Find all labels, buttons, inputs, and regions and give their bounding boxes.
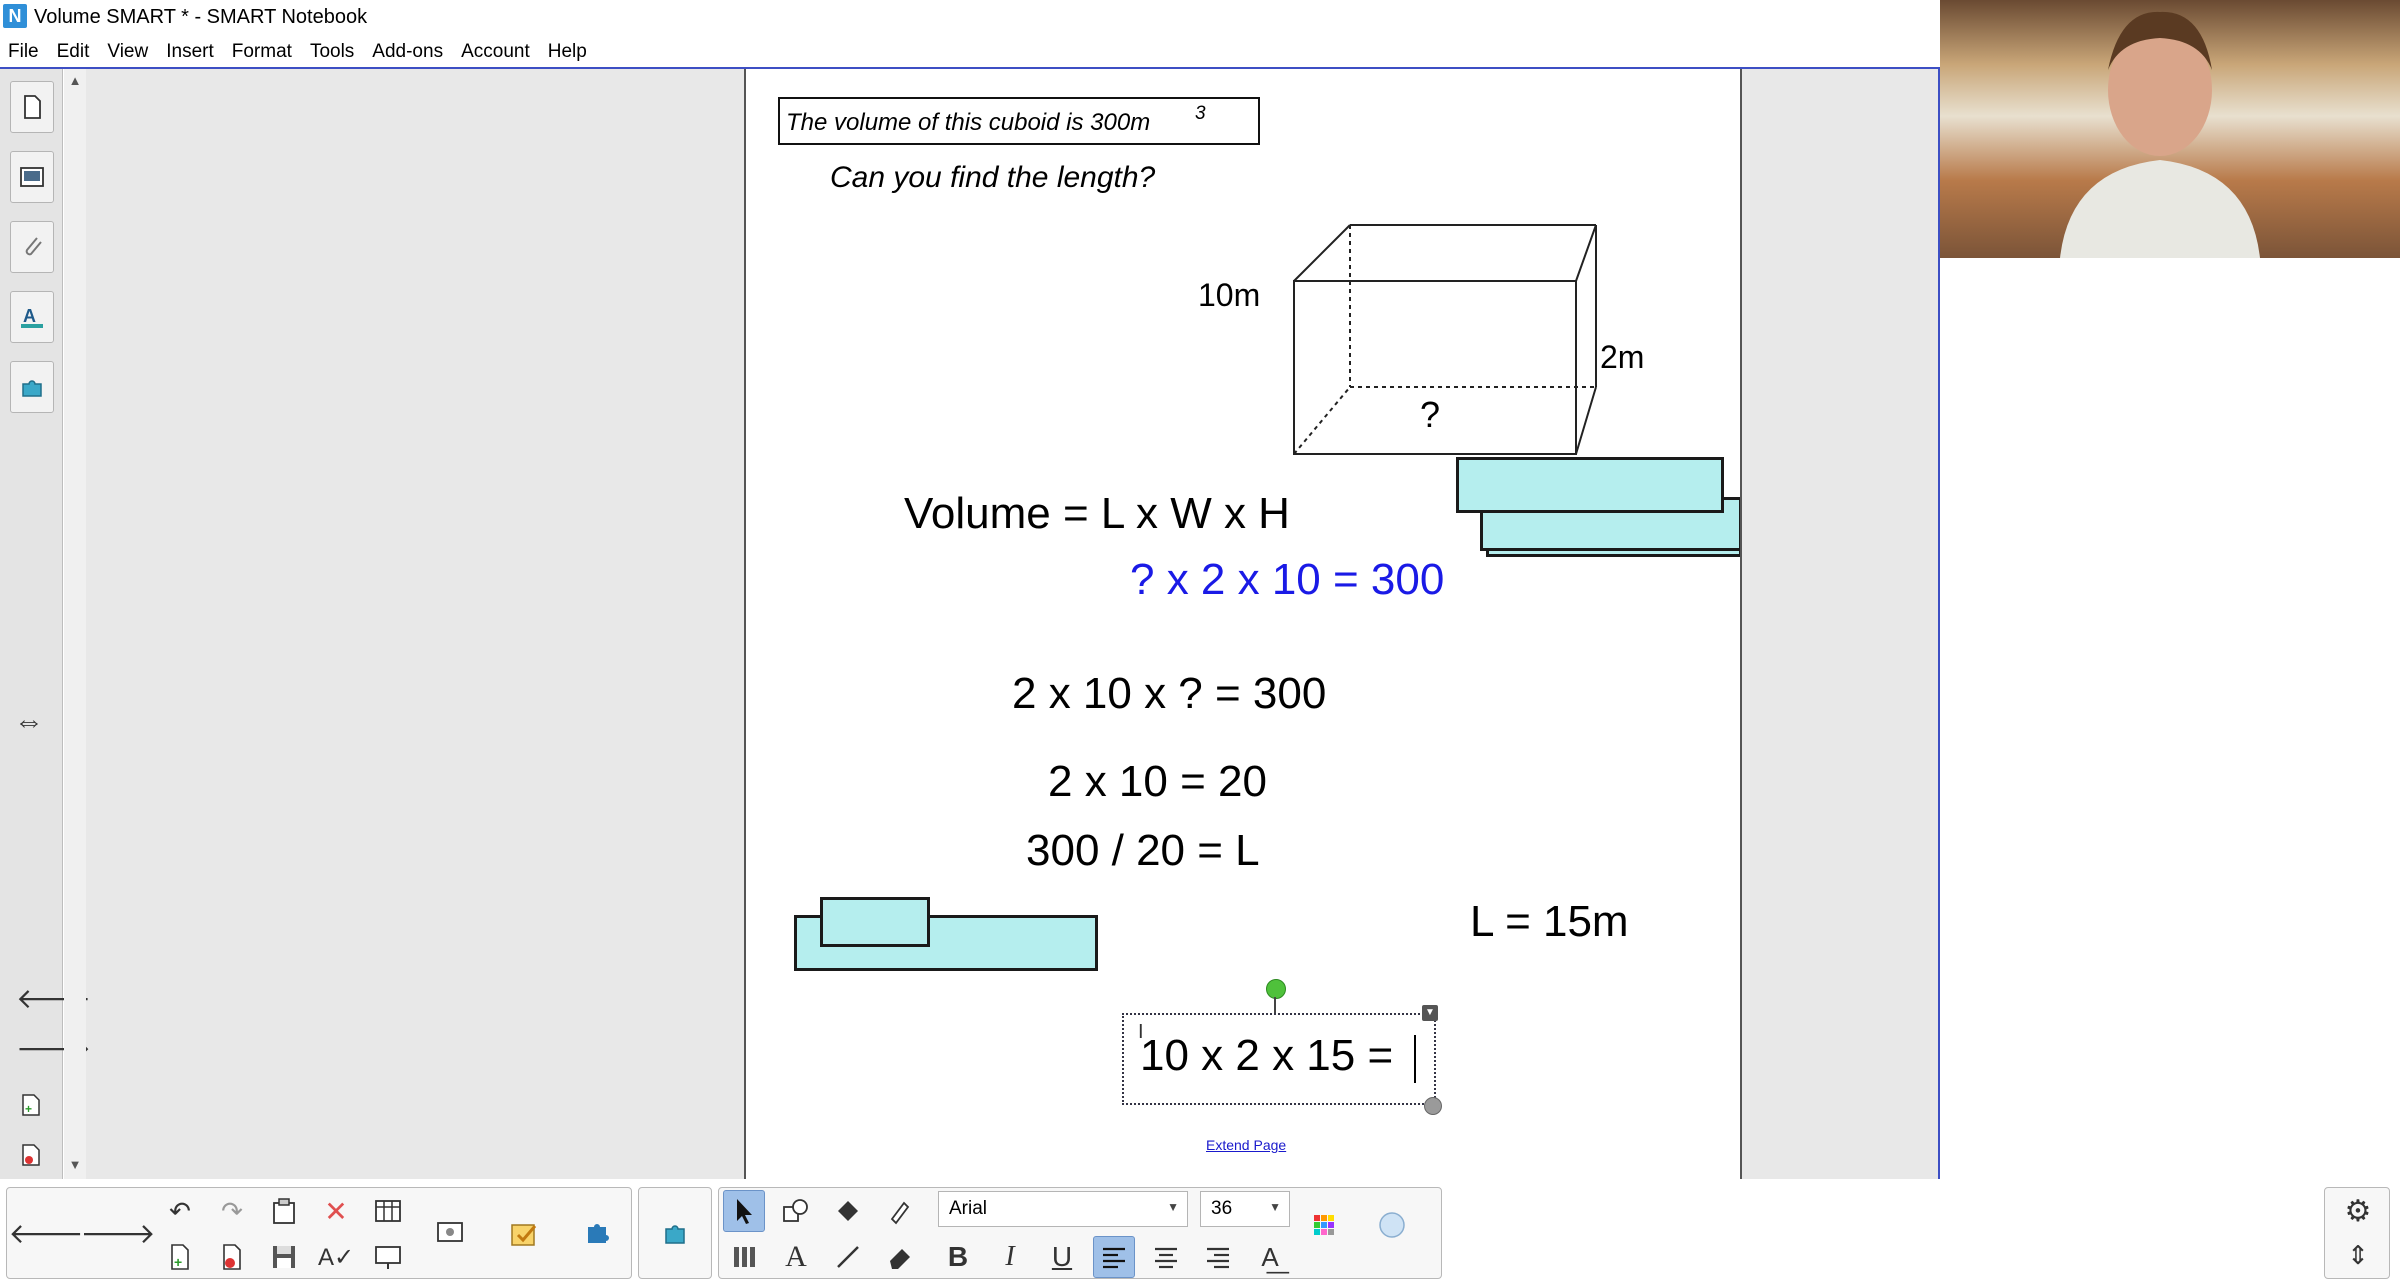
toolbar-position-icon[interactable]: ⇕ (2337, 1234, 2379, 1276)
presenter-image (2060, 11, 2260, 258)
paste-icon[interactable] (263, 1190, 305, 1232)
resize-arrows-icon[interactable]: ⇔ (14, 705, 44, 739)
table-icon[interactable] (367, 1190, 409, 1232)
redo-button[interactable]: ↷ (211, 1190, 253, 1232)
select-tool-icon[interactable] (723, 1190, 765, 1232)
equation-1[interactable]: 2 x 10 x ? = 300 (1012, 669, 1326, 719)
window-title: Volume SMART * - SMART Notebook (34, 6, 368, 28)
svg-text:+: + (174, 1254, 182, 1270)
menu-help[interactable]: Help (539, 41, 596, 63)
fill-tool-icon[interactable] (827, 1190, 869, 1232)
menu-bar: File Edit View Insert Format Tools Add-o… (0, 36, 1940, 68)
toolbar-group-main: 🡐 🡒 ↶ ↷ ✕ + A✓ (6, 1187, 632, 1279)
page-sorter-icon[interactable] (10, 81, 54, 133)
color-palette-icon[interactable] (1303, 1204, 1345, 1246)
svg-text:A: A (23, 306, 36, 326)
delete-page-icon[interactable] (20, 1143, 42, 1167)
depth-label[interactable]: 2m (1600, 339, 1644, 376)
previous-page-button[interactable]: 🡐 (8, 1212, 83, 1254)
menu-format[interactable]: Format (223, 41, 301, 63)
toolbar-group-addons (638, 1187, 712, 1279)
font-family-value: Arial (949, 1198, 988, 1219)
height-label[interactable]: 10m (1198, 277, 1260, 314)
screen-shade-icon[interactable] (367, 1236, 409, 1278)
cuboid-title-superscript: 3 (1195, 103, 1206, 124)
equation-2[interactable]: 2 x 10 = 20 (1048, 757, 1267, 807)
save-icon[interactable] (263, 1236, 305, 1278)
text-caret (1414, 1035, 1416, 1083)
eraser-tool-icon[interactable] (879, 1236, 921, 1278)
underline-button[interactable]: U (1041, 1236, 1083, 1278)
chevron-down-icon: ▼ (1167, 1200, 1179, 1214)
menu-tools[interactable]: Tools (301, 41, 363, 63)
delete-icon[interactable]: ✕ (315, 1190, 357, 1232)
magic-pen-icon[interactable] (879, 1190, 921, 1232)
undo-button[interactable]: ↶ (159, 1190, 201, 1232)
blue-equation[interactable]: ? x 2 x 10 = 300 (1130, 555, 1444, 605)
equation-3[interactable]: 300 / 20 = L (1026, 826, 1260, 876)
align-center-button[interactable] (1145, 1236, 1187, 1278)
attachments-icon[interactable] (10, 221, 54, 273)
menu-file[interactable]: File (0, 41, 48, 63)
editing-text[interactable]: 10 x 2 x 15 = (1140, 1031, 1393, 1081)
menu-view[interactable]: View (98, 41, 157, 63)
gear-icon[interactable]: ⚙ (2337, 1190, 2379, 1232)
spell-check-icon[interactable]: A✓ (315, 1236, 357, 1278)
font-family-select[interactable]: Arial ▼ (938, 1191, 1188, 1227)
transparency-icon[interactable] (1371, 1204, 1413, 1246)
notebook-page[interactable]: The volume of this cuboid is 300m 3 Can … (744, 69, 1742, 1179)
delete-page-button-icon[interactable] (211, 1236, 253, 1278)
shapes-tool-icon[interactable] (775, 1190, 817, 1232)
object-menu-icon[interactable]: ▼ (1422, 1005, 1438, 1021)
italic-button[interactable]: I (989, 1236, 1031, 1278)
add-ons-button-icon[interactable] (655, 1212, 697, 1254)
next-page-button[interactable]: 🡒 (80, 1212, 155, 1254)
gallery-icon[interactable] (10, 151, 54, 203)
webcam-video (1940, 0, 2400, 258)
volume-formula[interactable]: Volume = L x W x H (904, 489, 1290, 539)
font-size-value: 36 (1211, 1198, 1233, 1219)
cuboid-title[interactable]: The volume of this cuboid is 300m (786, 109, 1150, 137)
toolbar-group-settings: ⚙ ⇕ (2324, 1187, 2390, 1279)
text-style-icon[interactable]: A͟ (1249, 1236, 1291, 1278)
scroll-down-icon[interactable]: ▼ (67, 1157, 83, 1173)
menu-account[interactable]: Account (452, 41, 539, 63)
response-icon[interactable] (503, 1212, 545, 1254)
frame-border-top (0, 67, 1940, 69)
resize-handle[interactable] (1424, 1097, 1442, 1115)
answer-text[interactable]: L = 15m (1470, 897, 1629, 947)
chevron-down-icon: ▼ (1269, 1200, 1281, 1214)
add-page-icon[interactable]: + (20, 1093, 42, 1117)
align-left-button[interactable] (1093, 1236, 1135, 1278)
properties-icon[interactable]: A (10, 291, 54, 343)
bold-button[interactable]: B (937, 1236, 979, 1278)
font-size-select[interactable]: 36 ▼ (1200, 1191, 1290, 1227)
text-tool-icon[interactable]: A (775, 1236, 817, 1278)
add-page-button-icon[interactable]: + (159, 1236, 201, 1278)
side-tab-bar: A ⇔ 🡐 🡒 + (0, 69, 91, 1179)
svg-text:+: + (25, 1102, 32, 1116)
pens-tool-icon[interactable] (723, 1236, 765, 1278)
question-text[interactable]: Can you find the length? (830, 161, 1155, 195)
extend-page-link[interactable]: Extend Page (1206, 1137, 1286, 1153)
smart-notebook-icon: N (3, 4, 27, 28)
rotate-handle[interactable] (1266, 979, 1286, 999)
align-right-button[interactable] (1197, 1236, 1239, 1278)
cover-shape-1[interactable] (1456, 457, 1724, 513)
scroll-up-icon[interactable]: ▲ (67, 73, 83, 89)
menu-edit[interactable]: Edit (48, 41, 99, 63)
menu-insert[interactable]: Insert (157, 41, 223, 63)
cover-shape-5[interactable] (820, 897, 930, 947)
side-scrollbar[interactable]: ▲ ▼ (64, 69, 86, 1179)
cuboid-diagram[interactable] (1286, 153, 1626, 473)
activity-builder-icon[interactable] (577, 1212, 619, 1254)
add-ons-icon[interactable] (10, 361, 54, 413)
length-label[interactable]: ? (1420, 394, 1440, 436)
title-bar: N Volume SMART * - SMART Notebook (0, 0, 1940, 36)
line-tool-icon[interactable] (827, 1236, 869, 1278)
menu-add-ons[interactable]: Add-ons (363, 41, 452, 63)
rotate-handle-stem (1274, 997, 1276, 1013)
display-icon[interactable] (429, 1212, 471, 1254)
